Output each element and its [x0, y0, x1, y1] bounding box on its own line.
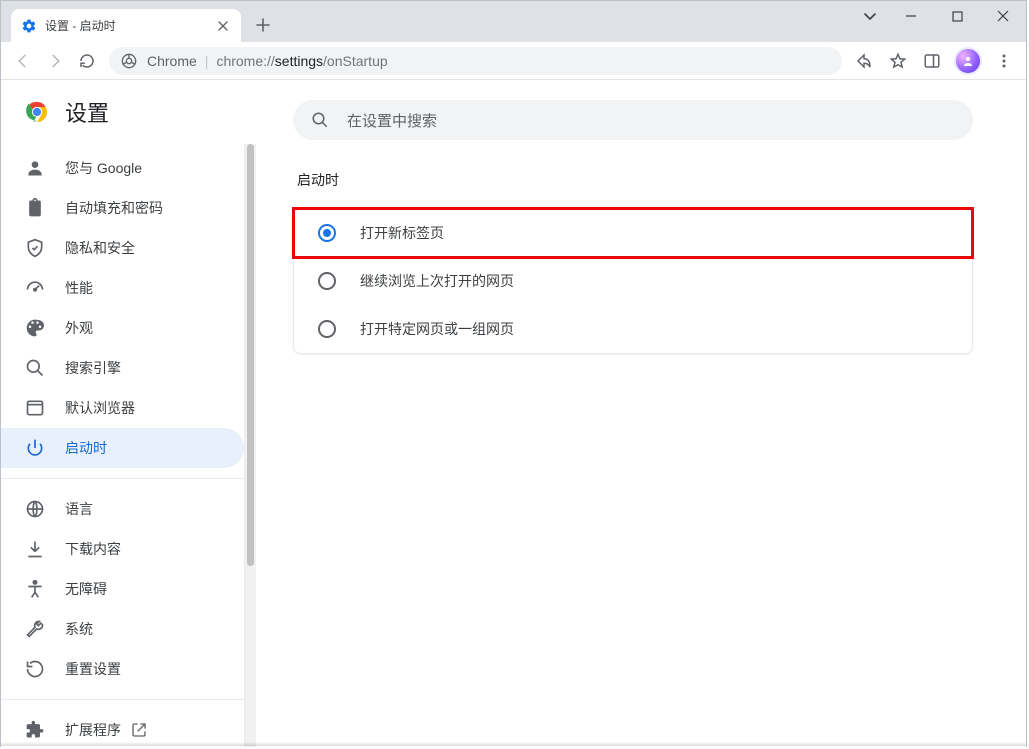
- sidebar-item-label: 启动时: [65, 438, 107, 458]
- radio-icon: [318, 224, 336, 242]
- back-button[interactable]: [7, 46, 39, 76]
- url-subpath: /onStartup: [323, 53, 388, 69]
- side-panel-button[interactable]: [916, 46, 948, 76]
- restore-icon: [25, 659, 45, 679]
- sidebar-item-search-engine[interactable]: 搜索引擎: [1, 348, 244, 388]
- sidebar-item-label: 无障碍: [65, 579, 107, 599]
- minimize-button[interactable]: [888, 1, 934, 31]
- sidebar-item-label: 语言: [65, 499, 93, 519]
- maximize-button[interactable]: [934, 1, 980, 31]
- main-panel: 在设置中搜索 启动时 打开新标签页 继续浏览上次打开的网页 打开特定网页或一组网…: [256, 80, 1026, 747]
- palette-icon: [25, 318, 45, 338]
- shield-icon: [25, 238, 45, 258]
- content-area: 设置 您与 Google 自动填充和密码 隐私和安全 性能: [1, 80, 1026, 747]
- tab-search-button[interactable]: [852, 1, 888, 31]
- accessibility-icon: [25, 579, 45, 599]
- chrome-logo-icon: [25, 100, 49, 124]
- divider: [1, 478, 244, 479]
- search-placeholder: 在设置中搜索: [347, 110, 437, 131]
- sidebar-item-label: 您与 Google: [65, 158, 142, 178]
- person-icon: [25, 158, 45, 178]
- sidebar-item-label: 性能: [65, 278, 93, 298]
- startup-option-specific-pages[interactable]: 打开特定网页或一组网页: [294, 305, 972, 353]
- search-icon: [311, 111, 329, 129]
- sidebar-item-languages[interactable]: 语言: [1, 489, 244, 529]
- tab-title: 设置 - 启动时: [45, 17, 215, 34]
- download-icon: [25, 539, 45, 559]
- profile-avatar[interactable]: [954, 47, 982, 75]
- tab-close-button[interactable]: [215, 18, 231, 34]
- startup-option-continue[interactable]: 继续浏览上次打开的网页: [294, 257, 972, 305]
- window-controls: [852, 1, 1026, 31]
- share-button[interactable]: [848, 46, 880, 76]
- sidebar-item-label: 外观: [65, 318, 93, 338]
- sidebar-item-label: 自动填充和密码: [65, 198, 163, 218]
- tab-strip: 设置 - 启动时: [1, 1, 277, 42]
- sidebar-item-label: 隐私和安全: [65, 238, 135, 258]
- globe-icon: [25, 499, 45, 519]
- sidebar-item-label: 扩展程序: [65, 720, 121, 740]
- sidebar-header: 设置: [1, 80, 256, 144]
- radio-icon: [318, 272, 336, 290]
- reload-button[interactable]: [71, 46, 103, 76]
- url-scheme: chrome://: [216, 53, 274, 69]
- toolbar-actions: [848, 46, 1020, 76]
- radio-label: 继续浏览上次打开的网页: [360, 271, 514, 291]
- divider: [1, 699, 244, 700]
- sidebar-item-label: 搜索引擎: [65, 358, 121, 378]
- sidebar-item-you-and-google[interactable]: 您与 Google: [1, 148, 244, 188]
- speed-icon: [25, 278, 45, 298]
- sidebar-item-performance[interactable]: 性能: [1, 268, 244, 308]
- power-icon: [25, 438, 45, 458]
- page-title: 设置: [65, 96, 109, 128]
- bottom-shadow: [1, 742, 1026, 746]
- extension-icon: [25, 720, 45, 740]
- window-icon: [25, 398, 45, 418]
- sidebar-item-reset[interactable]: 重置设置: [1, 649, 244, 689]
- sidebar-item-label: 默认浏览器: [65, 398, 135, 418]
- sidebar-item-appearance[interactable]: 外观: [1, 308, 244, 348]
- sidebar-item-on-startup[interactable]: 启动时: [1, 428, 244, 468]
- toolbar: Chrome | chrome://settings/onStartup: [1, 42, 1026, 80]
- browser-window: 设置 - 启动时: [0, 0, 1027, 747]
- gear-icon: [21, 18, 37, 34]
- chrome-brand-icon: [121, 53, 137, 69]
- sidebar: 设置 您与 Google 自动填充和密码 隐私和安全 性能: [1, 80, 256, 747]
- radio-label: 打开新标签页: [360, 223, 444, 243]
- url-host: Chrome: [147, 53, 197, 69]
- sidebar-scrollbar[interactable]: [244, 144, 256, 747]
- sidebar-item-downloads[interactable]: 下载内容: [1, 529, 244, 569]
- close-window-button[interactable]: [980, 1, 1026, 31]
- sidebar-item-autofill[interactable]: 自动填充和密码: [1, 188, 244, 228]
- sidebar-item-label: 系统: [65, 619, 93, 639]
- sidebar-item-default-browser[interactable]: 默认浏览器: [1, 388, 244, 428]
- search-icon: [25, 358, 45, 378]
- open-external-icon: [131, 722, 147, 738]
- url-separator: |: [205, 53, 209, 69]
- sidebar-item-label: 下载内容: [65, 539, 121, 559]
- startup-options-card: 打开新标签页 继续浏览上次打开的网页 打开特定网页或一组网页: [293, 208, 973, 354]
- menu-button[interactable]: [988, 46, 1020, 76]
- new-tab-button[interactable]: [249, 11, 277, 39]
- radio-label: 打开特定网页或一组网页: [360, 319, 514, 339]
- url-path: settings: [275, 53, 323, 69]
- sidebar-item-label: 重置设置: [65, 659, 121, 679]
- address-bar[interactable]: Chrome | chrome://settings/onStartup: [109, 47, 842, 75]
- section-title: 启动时: [297, 170, 973, 190]
- sidebar-item-system[interactable]: 系统: [1, 609, 244, 649]
- sidebar-item-accessibility[interactable]: 无障碍: [1, 569, 244, 609]
- startup-option-new-tab[interactable]: 打开新标签页: [294, 209, 972, 257]
- sidebar-item-privacy[interactable]: 隐私和安全: [1, 228, 244, 268]
- clipboard-icon: [25, 198, 45, 218]
- sidebar-list: 您与 Google 自动填充和密码 隐私和安全 性能 外观: [1, 144, 256, 747]
- browser-tab[interactable]: 设置 - 启动时: [11, 9, 241, 42]
- titlebar: 设置 - 启动时: [1, 1, 1026, 42]
- settings-search-input[interactable]: 在设置中搜索: [293, 100, 973, 140]
- forward-button[interactable]: [39, 46, 71, 76]
- wrench-icon: [25, 619, 45, 639]
- bookmark-button[interactable]: [882, 46, 914, 76]
- radio-icon: [318, 320, 336, 338]
